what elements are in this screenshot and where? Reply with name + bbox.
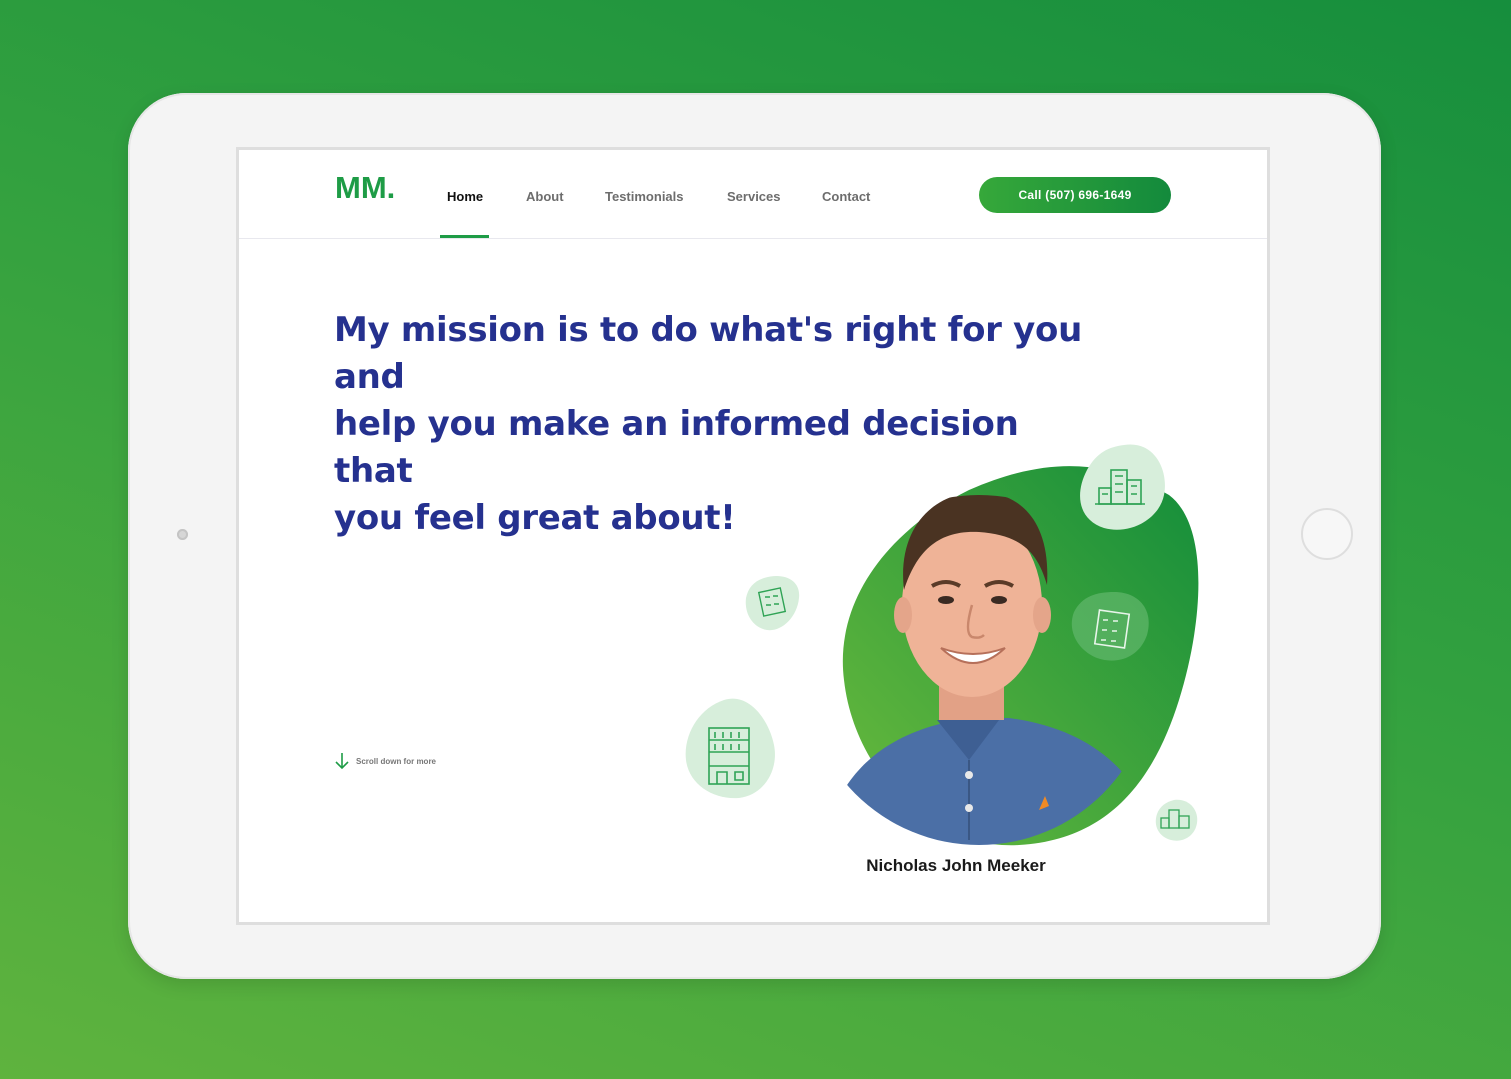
website-screen: MM. Home About Testimonials Services Con… [236,147,1270,925]
nav-contact[interactable]: Contact [822,189,870,204]
arrow-down-icon [335,753,349,770]
site-logo[interactable]: MM. [335,170,395,206]
nav-services[interactable]: Services [727,189,781,204]
building-badge-small [745,576,800,631]
nav-testimonials[interactable]: Testimonials [605,189,684,204]
tablet-device-frame: MM. Home About Testimonials Services Con… [128,93,1381,979]
call-button[interactable]: Call (507) 696-1649 [979,177,1171,213]
front-camera [177,529,188,540]
navbar: MM. Home About Testimonials Services Con… [239,150,1267,239]
headline-line-1: My mission is to do what's right for you… [334,310,1082,397]
building-badge-left [685,698,775,799]
building-badge-bottom [1155,799,1198,841]
nav-home[interactable]: Home [447,189,483,204]
nav-about[interactable]: About [526,189,564,204]
hero-illustration [685,444,1199,846]
active-nav-indicator [440,235,489,238]
person-name: Nicholas John Meeker [866,856,1046,875]
scroll-down-label: Scroll down for more [356,756,437,766]
scroll-down-link[interactable]: Scroll down for more [334,752,436,770]
home-button[interactable] [1301,508,1353,560]
